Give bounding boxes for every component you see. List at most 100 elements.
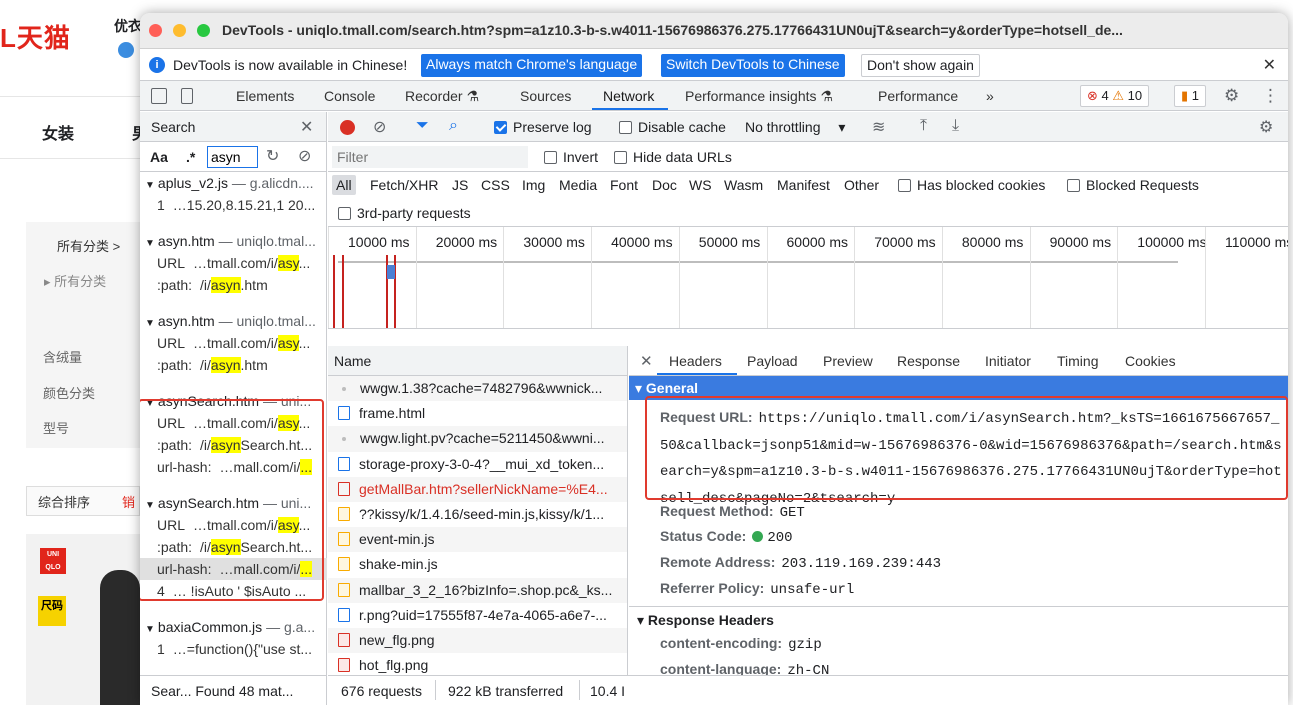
category-all[interactable]: ▸ 所有分类 [44, 271, 106, 290]
search-result-line[interactable]: :path: /i/asyn.htm [140, 354, 327, 376]
type-media[interactable]: Media [559, 177, 597, 193]
tab-recorder[interactable]: Recorder ⚗ [405, 88, 479, 105]
response-headers-section-header[interactable]: ▾ Response Headers [629, 606, 1288, 632]
clear-search-icon[interactable]: ⊘ [298, 146, 311, 166]
request-row[interactable]: frame.html [328, 401, 627, 426]
search-result-line[interactable]: 1 …=function(){"use st... [140, 638, 327, 660]
filter-down-content[interactable]: 含绒量 [43, 347, 82, 366]
request-row[interactable]: r.png?uid=17555f87-4e7a-4065-a6e7-... [328, 603, 627, 628]
tab-console[interactable]: Console [324, 88, 375, 104]
tab-payload[interactable]: Payload [747, 353, 798, 369]
search-result-line[interactable]: :path: /i/asyn.htm [140, 274, 327, 296]
import-har-icon[interactable]: ⤒ [920, 117, 927, 135]
tab-timing[interactable]: Timing [1057, 353, 1099, 369]
search-result-file[interactable]: ▼ asyn.htm — uniqlo.tmal... [140, 230, 327, 252]
disable-cache-checkbox[interactable]: Disable cache [619, 119, 726, 135]
search-result-file[interactable]: ▼ aplus_v2.js — g.alicdn.... [140, 172, 327, 194]
tab-initiator[interactable]: Initiator [985, 353, 1031, 369]
tab-preview[interactable]: Preview [823, 353, 873, 369]
issues-badge[interactable]: ▮ 1 [1174, 85, 1207, 107]
type-font[interactable]: Font [610, 177, 638, 193]
search-result-file[interactable]: ▼ asyn.htm — uniqlo.tmal... [140, 310, 327, 332]
type-img[interactable]: Img [522, 177, 545, 193]
network-settings-gear-icon[interactable]: ⚙ [1259, 117, 1273, 137]
match-case-toggle[interactable]: Aa [150, 149, 168, 165]
tmall-logo[interactable]: L天猫 [0, 18, 71, 55]
close-search-icon[interactable]: ✕ [300, 117, 313, 137]
type-other[interactable]: Other [844, 177, 879, 193]
invert-checkbox[interactable]: Invert [544, 149, 598, 165]
clear-icon[interactable]: ⊘ [373, 117, 386, 137]
more-options-icon[interactable]: ⋮ [1262, 86, 1279, 106]
blocked-cookies-checkbox[interactable]: Has blocked cookies [898, 177, 1045, 193]
network-conditions-icon[interactable]: ≋ [872, 117, 885, 137]
close-detail-icon[interactable]: ✕ [640, 352, 653, 370]
inspect-element-icon[interactable] [151, 88, 167, 104]
tab-elements[interactable]: Elements [236, 88, 294, 104]
nav-item-women[interactable]: 女装 [42, 120, 74, 144]
sort-default[interactable]: 综合排序 [38, 492, 90, 511]
more-tabs-icon[interactable]: » [986, 88, 994, 104]
type-manifest[interactable]: Manifest [777, 177, 830, 193]
network-overview-timeline[interactable]: 10000 ms 20000 ms 30000 ms 40000 ms 50000 ms… [328, 227, 1288, 329]
third-party-checkbox[interactable]: 3rd-party requests [338, 205, 471, 221]
throttling-select[interactable]: No throttling ▾ [745, 119, 845, 136]
tab-sources[interactable]: Sources [520, 88, 571, 104]
minimize-window-button[interactable] [173, 24, 186, 37]
tab-response[interactable]: Response [897, 353, 960, 369]
tab-headers[interactable]: Headers [669, 353, 722, 369]
dont-show-again-button[interactable]: Don't show again [861, 54, 980, 77]
tab-performance[interactable]: Performance [878, 88, 958, 104]
type-css[interactable]: CSS [481, 177, 510, 193]
request-row[interactable]: mallbar_3_2_16?bizInfo=.shop.pc&_ks... [328, 577, 627, 603]
type-wasm[interactable]: Wasm [724, 177, 763, 193]
request-row[interactable]: ??kissy/k/1.4.16/seed-min.js,kissy/k/1..… [328, 502, 627, 527]
request-row[interactable]: wwgw.light.pv?cache=5211450&wwni... [328, 426, 627, 452]
request-row[interactable]: shake-min.js [328, 552, 627, 577]
settings-gear-icon[interactable]: ⚙ [1224, 86, 1239, 106]
record-button[interactable] [340, 120, 355, 135]
search-result-line[interactable]: URL …tmall.com/i/asy... [140, 252, 327, 274]
tab-network[interactable]: Network [603, 88, 654, 104]
category-title[interactable]: 所有分类 > [57, 236, 120, 255]
regex-toggle[interactable]: .* [186, 149, 195, 165]
search-input[interactable] [207, 146, 258, 168]
type-ws[interactable]: WS [689, 177, 712, 193]
preserve-log-checkbox[interactable]: Preserve log [494, 119, 592, 135]
name-column-header[interactable]: Name [328, 346, 627, 376]
tab-performance-insights[interactable]: Performance insights ⚗ [685, 88, 833, 105]
close-infobar-icon[interactable]: ✕ [1263, 55, 1276, 75]
filter-icon[interactable]: ⏷ [416, 117, 429, 135]
zoom-window-button[interactable] [197, 24, 210, 37]
filter-model[interactable]: 型号 [43, 418, 69, 437]
type-all[interactable]: All [332, 175, 356, 195]
filter-input[interactable] [332, 146, 528, 168]
status-code-key: Status Code: [660, 528, 747, 544]
filter-color[interactable]: 颜色分类 [43, 383, 95, 402]
request-row[interactable]: getMallBar.htm?sellerNickName=%E4... [328, 476, 627, 502]
tab-cookies[interactable]: Cookies [1125, 353, 1176, 369]
type-doc[interactable]: Doc [652, 177, 677, 193]
switch-to-chinese-button[interactable]: Switch DevTools to Chinese [661, 54, 845, 77]
always-match-language-button[interactable]: Always match Chrome's language [421, 54, 643, 77]
request-row[interactable]: event-min.js [328, 527, 627, 553]
device-toolbar-icon[interactable] [181, 88, 193, 104]
search-result-line[interactable]: 1 …15.20,8.15.21,1 20... [140, 194, 327, 216]
shop-name[interactable]: 优衣 [114, 16, 142, 36]
request-row[interactable]: wwgw.1.38?cache=7482796&wwnick... [328, 376, 627, 402]
search-icon[interactable]: ⌕ [449, 117, 458, 135]
console-counts-badge[interactable]: ⊗ 4 ⚠ 10 [1080, 85, 1150, 107]
export-har-icon[interactable]: ⤓ [952, 117, 959, 135]
request-row[interactable]: storage-proxy-3-0-4?__mui_xd_token... [328, 452, 627, 477]
hide-data-urls-checkbox[interactable]: Hide data URLs [614, 149, 732, 165]
request-row[interactable]: new_flg.png [328, 627, 627, 654]
sort-sales[interactable]: 销 [122, 492, 135, 511]
search-result-line[interactable]: URL …tmall.com/i/asy... [140, 332, 327, 354]
blocked-requests-checkbox[interactable]: Blocked Requests [1067, 177, 1199, 193]
close-window-button[interactable] [149, 24, 162, 37]
refresh-icon[interactable]: ↻ [266, 146, 279, 166]
search-result-file[interactable]: ▼ baxiaCommon.js — g.a... [140, 616, 327, 638]
type-js[interactable]: JS [452, 177, 468, 193]
result-line-key: URL [157, 255, 186, 271]
type-fetch-xhr[interactable]: Fetch/XHR [370, 177, 438, 193]
